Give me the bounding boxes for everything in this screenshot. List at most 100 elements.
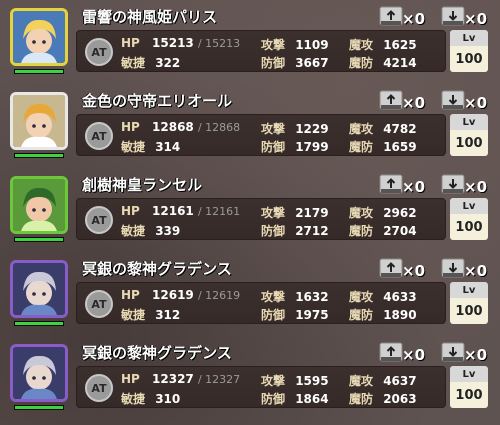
party-list: 雷響の神風姫パリス ×0 ×0 AT HP 15213 / 15213 敏捷 3… — [0, 0, 500, 425]
matk-stat: 魔攻 4782 — [349, 120, 417, 137]
blonde-fighter-portrait[interactable] — [10, 8, 68, 66]
buff-icon — [378, 172, 404, 196]
hp-label: HP — [121, 204, 140, 218]
debuff-count: ×0 — [464, 94, 488, 112]
hp-stat: HP 12619 / 12619 — [121, 288, 240, 302]
stats-panel: AT HP 12619 / 12619 敏捷 312 攻撃 1632 防御 19… — [76, 282, 446, 324]
atk-value: 1229 — [295, 122, 329, 136]
matk-value: 4633 — [383, 290, 417, 304]
matk-label: 魔攻 — [349, 290, 374, 304]
character-name: 雷響の神風姫パリス — [82, 8, 218, 26]
character-row[interactable]: 冥銀の黎神グラデンス ×0 ×0 AT HP 12327 / 12327 敏捷 … — [4, 338, 496, 416]
silver-knight-portrait[interactable] — [10, 344, 68, 402]
agi-value: 322 — [155, 56, 181, 70]
mdef-stat: 魔防 2704 — [349, 222, 417, 239]
character-row[interactable]: 雷響の神風姫パリス ×0 ×0 AT HP 15213 / 15213 敏捷 3… — [4, 2, 496, 80]
hp-bar-fill — [15, 238, 63, 241]
mdef-value: 4214 — [383, 56, 417, 70]
character-row[interactable]: 創樹神皇ランセル ×0 ×0 AT HP 12161 / 12161 敏捷 33… — [4, 170, 496, 248]
def-stat: 防御 1799 — [261, 138, 329, 155]
matk-value: 4782 — [383, 122, 417, 136]
matk-label: 魔攻 — [349, 206, 374, 220]
def-label: 防御 — [261, 392, 286, 406]
buff-count: ×0 — [402, 178, 426, 196]
atk-label: 攻撃 — [261, 206, 286, 220]
debuff-icon — [440, 88, 466, 112]
stats-panel: AT HP 12327 / 12327 敏捷 310 攻撃 1595 防御 18… — [76, 366, 446, 408]
matk-label: 魔攻 — [349, 122, 374, 136]
mdef-label: 魔防 — [349, 224, 374, 238]
hp-stat: HP 12868 / 12868 — [121, 120, 240, 134]
green-mage-portrait[interactable] — [10, 176, 68, 234]
buff-count: ×0 — [402, 262, 426, 280]
hp-value: 15213 — [152, 36, 194, 50]
level-label: Lv — [450, 366, 488, 382]
at-badge-icon[interactable]: AT — [85, 38, 113, 66]
mdef-label: 魔防 — [349, 56, 374, 70]
atk-stat: 攻撃 1109 — [261, 36, 329, 53]
hp-bar-fill — [15, 406, 63, 409]
agi-label: 敏捷 — [121, 308, 146, 322]
character-name: 創樹神皇ランセル — [82, 176, 203, 194]
def-stat: 防御 3667 — [261, 54, 329, 71]
atk-label: 攻撃 — [261, 38, 286, 52]
golden-haired-portrait[interactable] — [10, 92, 68, 150]
def-label: 防御 — [261, 140, 286, 154]
buff-icon — [378, 88, 404, 112]
mdef-stat: 魔防 4214 — [349, 54, 417, 71]
buff-icon — [378, 4, 404, 28]
hp-bar — [14, 321, 64, 326]
matk-label: 魔攻 — [349, 38, 374, 52]
matk-stat: 魔攻 4633 — [349, 288, 417, 305]
hp-label: HP — [121, 372, 140, 386]
atk-stat: 攻撃 2179 — [261, 204, 329, 221]
character-row[interactable]: 冥銀の黎神グラデンス ×0 ×0 AT HP 12619 / 12619 敏捷 … — [4, 254, 496, 332]
atk-value: 2179 — [295, 206, 329, 220]
level-value: 100 — [450, 382, 488, 408]
debuff-icon — [440, 340, 466, 364]
hp-label: HP — [121, 120, 140, 134]
at-badge-icon[interactable]: AT — [85, 290, 113, 318]
atk-stat: 攻撃 1229 — [261, 120, 329, 137]
buff-count: ×0 — [402, 10, 426, 28]
debuff-count: ×0 — [464, 178, 488, 196]
mdef-value: 2704 — [383, 224, 417, 238]
stats-panel: AT HP 15213 / 15213 敏捷 322 攻撃 1109 防御 36… — [76, 30, 446, 72]
hp-label: HP — [121, 36, 140, 50]
mdef-value: 2063 — [383, 392, 417, 406]
atk-label: 攻撃 — [261, 122, 286, 136]
level-box: Lv 100 — [450, 30, 488, 76]
agi-label: 敏捷 — [121, 56, 146, 70]
at-badge-icon[interactable]: AT — [85, 122, 113, 150]
mdef-value: 1890 — [383, 308, 417, 322]
character-row[interactable]: 金色の守帝エリオール ×0 ×0 AT HP 12868 / 12868 敏捷 … — [4, 86, 496, 164]
agi-stat: 敏捷 339 — [121, 222, 180, 239]
hp-value: 12327 — [152, 372, 194, 386]
hp-stat: HP 12327 / 12327 — [121, 372, 240, 386]
atk-stat: 攻撃 1632 — [261, 288, 329, 305]
level-value: 100 — [450, 46, 488, 72]
at-badge-icon[interactable]: AT — [85, 206, 113, 234]
agi-label: 敏捷 — [121, 224, 146, 238]
level-label: Lv — [450, 30, 488, 46]
def-value: 1799 — [295, 140, 329, 154]
debuff-icon — [440, 172, 466, 196]
agi-label: 敏捷 — [121, 392, 146, 406]
agi-stat: 敏捷 312 — [121, 306, 180, 323]
agi-value: 314 — [155, 140, 181, 154]
matk-stat: 魔攻 4637 — [349, 372, 417, 389]
debuff-count: ×0 — [464, 10, 488, 28]
buff-icon — [378, 256, 404, 280]
atk-label: 攻撃 — [261, 290, 286, 304]
def-stat: 防御 1864 — [261, 390, 329, 407]
silver-knight-portrait[interactable] — [10, 260, 68, 318]
buff-count: ×0 — [402, 346, 426, 364]
hp-bar — [14, 69, 64, 74]
agi-value: 310 — [155, 392, 181, 406]
stats-panel: AT HP 12868 / 12868 敏捷 314 攻撃 1229 防御 17… — [76, 114, 446, 156]
def-value: 3667 — [295, 56, 329, 70]
at-badge-icon[interactable]: AT — [85, 374, 113, 402]
level-box: Lv 100 — [450, 366, 488, 412]
level-label: Lv — [450, 114, 488, 130]
level-box: Lv 100 — [450, 282, 488, 328]
